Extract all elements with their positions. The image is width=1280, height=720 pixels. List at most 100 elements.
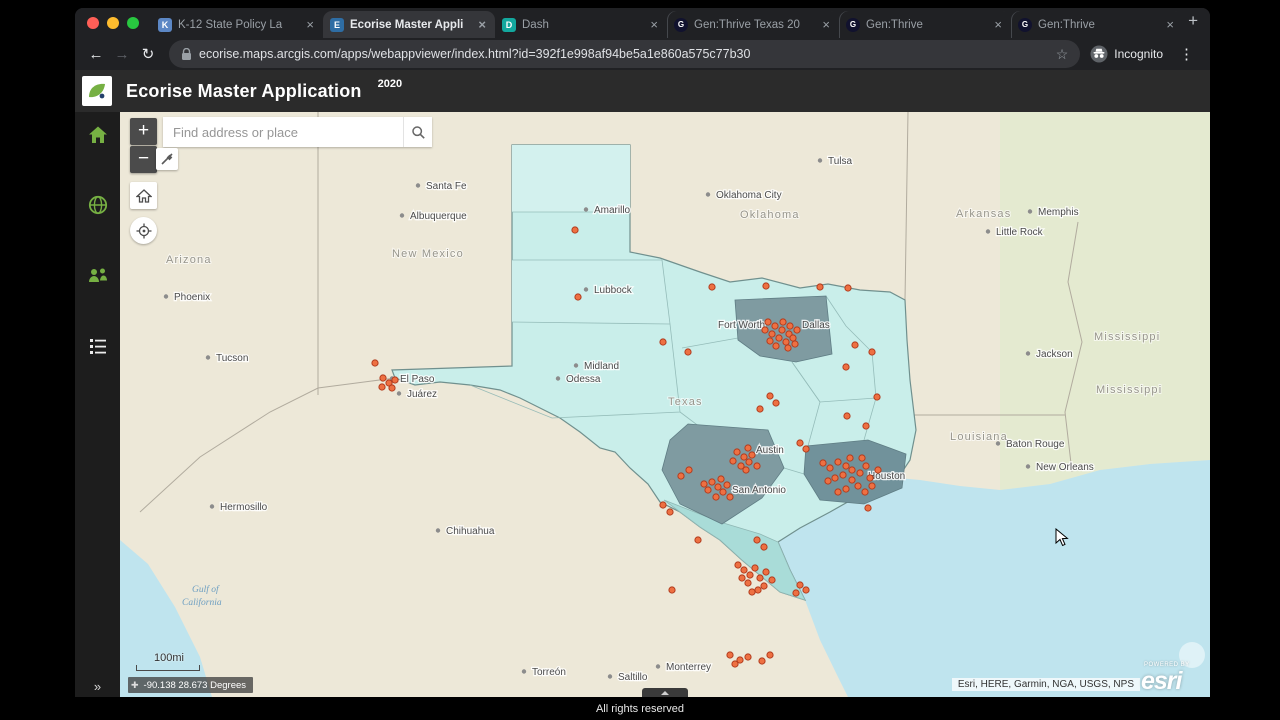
bookmark-star-icon[interactable]: ☆ bbox=[1056, 46, 1069, 63]
map-point[interactable] bbox=[745, 458, 753, 466]
map-point[interactable] bbox=[842, 363, 850, 371]
map-point[interactable] bbox=[761, 326, 769, 334]
map-point[interactable] bbox=[854, 482, 862, 490]
map-point[interactable] bbox=[371, 359, 379, 367]
map-point[interactable] bbox=[874, 466, 882, 474]
address-bar[interactable]: ecorise.maps.arcgis.com/apps/webappviewe… bbox=[169, 40, 1081, 68]
new-tab-button[interactable]: + bbox=[1178, 11, 1210, 35]
map-point[interactable] bbox=[826, 464, 834, 472]
map-point[interactable] bbox=[668, 586, 676, 594]
map-point[interactable] bbox=[684, 348, 692, 356]
map-point[interactable] bbox=[738, 574, 746, 582]
map-point[interactable] bbox=[700, 480, 708, 488]
map-point[interactable] bbox=[778, 326, 786, 334]
reload-icon[interactable]: ↻ bbox=[135, 45, 161, 63]
map-point[interactable] bbox=[704, 486, 712, 494]
map-point[interactable] bbox=[378, 383, 386, 391]
zoom-window-button[interactable] bbox=[127, 17, 139, 29]
map-point[interactable] bbox=[712, 493, 720, 501]
map-point[interactable] bbox=[748, 588, 756, 596]
map-point[interactable] bbox=[762, 568, 770, 576]
map-point[interactable] bbox=[659, 501, 667, 509]
map-point[interactable] bbox=[862, 422, 870, 430]
map-point[interactable] bbox=[760, 582, 768, 590]
map-point[interactable] bbox=[839, 471, 847, 479]
map-point[interactable] bbox=[717, 475, 725, 483]
sidebar-home-widget-button[interactable] bbox=[75, 122, 120, 148]
browser-tab[interactable]: D Dash × bbox=[495, 11, 667, 38]
map-point[interactable] bbox=[391, 376, 399, 384]
zoom-in-button[interactable]: + bbox=[130, 118, 157, 145]
map-point[interactable] bbox=[733, 448, 741, 456]
map-point[interactable] bbox=[760, 543, 768, 551]
map-point[interactable] bbox=[731, 660, 739, 668]
map-point[interactable] bbox=[756, 574, 764, 582]
my-location-button[interactable] bbox=[130, 217, 157, 244]
map-point[interactable] bbox=[746, 571, 754, 579]
map-point[interactable] bbox=[714, 483, 722, 491]
map-tool-button[interactable] bbox=[156, 148, 178, 170]
tab-close-icon[interactable]: × bbox=[476, 17, 488, 32]
map-point[interactable] bbox=[861, 488, 869, 496]
map-point[interactable] bbox=[758, 657, 766, 665]
map-point[interactable] bbox=[792, 589, 800, 597]
sidebar-legend-widget-button[interactable] bbox=[75, 333, 120, 359]
map-point[interactable] bbox=[677, 472, 685, 480]
map-point[interactable] bbox=[834, 488, 842, 496]
map-point[interactable] bbox=[791, 340, 799, 348]
back-icon[interactable]: ← bbox=[83, 46, 109, 63]
map-point[interactable] bbox=[784, 344, 792, 352]
map-point[interactable] bbox=[388, 384, 396, 392]
browser-tab[interactable]: G Gen:Thrive × bbox=[839, 11, 1011, 38]
map-point[interactable] bbox=[772, 399, 780, 407]
map-point[interactable] bbox=[771, 322, 779, 330]
map-point[interactable] bbox=[726, 651, 734, 659]
map-point[interactable] bbox=[782, 338, 790, 346]
map-point[interactable] bbox=[729, 457, 737, 465]
map-point[interactable] bbox=[748, 451, 756, 459]
map-point[interactable] bbox=[848, 476, 856, 484]
basemap[interactable]: Santa Fe Albuquerque Amarillo Oklahoma City… bbox=[120, 112, 1210, 697]
map-point[interactable] bbox=[868, 482, 876, 490]
map-point[interactable] bbox=[842, 485, 850, 493]
browser-tab[interactable]: G Gen:Thrive Texas 20 × bbox=[667, 11, 839, 38]
map-point[interactable] bbox=[571, 226, 579, 234]
map-point[interactable] bbox=[762, 282, 770, 290]
map-point[interactable] bbox=[842, 462, 850, 470]
map-point[interactable] bbox=[756, 405, 764, 413]
region-panhandle[interactable] bbox=[512, 145, 630, 212]
map-point[interactable] bbox=[744, 653, 752, 661]
map-point[interactable] bbox=[708, 283, 716, 291]
tab-close-icon[interactable]: × bbox=[648, 17, 660, 32]
map-point[interactable] bbox=[848, 466, 856, 474]
sidebar-expand-button[interactable]: » bbox=[75, 679, 120, 694]
map-canvas[interactable]: Santa Fe Albuquerque Amarillo Oklahoma City… bbox=[120, 112, 1210, 697]
tab-close-icon[interactable]: × bbox=[304, 17, 316, 32]
map-point[interactable] bbox=[734, 561, 742, 569]
map-point[interactable] bbox=[708, 478, 716, 486]
map-point[interactable] bbox=[856, 469, 864, 477]
map-point[interactable] bbox=[819, 459, 827, 467]
map-point[interactable] bbox=[851, 341, 859, 349]
map-point[interactable] bbox=[719, 488, 727, 496]
map-point[interactable] bbox=[379, 374, 387, 382]
map-point[interactable] bbox=[744, 444, 752, 452]
map-point[interactable] bbox=[843, 412, 851, 420]
map-point[interactable] bbox=[873, 393, 881, 401]
browser-tab[interactable]: G Gen:Thrive × bbox=[1011, 11, 1183, 38]
browser-tab[interactable]: K K-12 State Policy La × bbox=[151, 11, 323, 38]
map-point[interactable] bbox=[779, 318, 787, 326]
browser-tab[interactable]: E Ecorise Master Appli × bbox=[323, 11, 495, 38]
forward-icon[interactable]: → bbox=[109, 46, 135, 63]
map-point[interactable] bbox=[574, 293, 582, 301]
close-window-button[interactable] bbox=[87, 17, 99, 29]
map-point[interactable] bbox=[846, 454, 854, 462]
map-point[interactable] bbox=[831, 474, 839, 482]
map-point[interactable] bbox=[764, 318, 772, 326]
map-point[interactable] bbox=[868, 348, 876, 356]
map-point[interactable] bbox=[796, 439, 804, 447]
map-point[interactable] bbox=[685, 466, 693, 474]
map-point[interactable] bbox=[768, 330, 776, 338]
map-point[interactable] bbox=[742, 466, 750, 474]
map-point[interactable] bbox=[796, 581, 804, 589]
